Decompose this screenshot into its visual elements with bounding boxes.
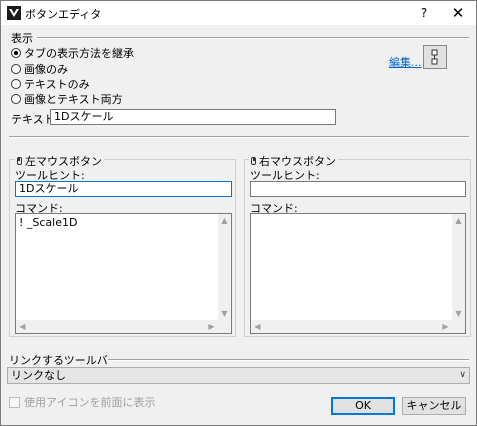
scroll-left-arrow-icon[interactable]: ◀ [16,320,29,333]
display-divider [37,37,469,39]
use-icon-checkbox[interactable] [9,396,20,408]
display-section-label: 表示 [11,32,33,45]
radio-label: タブの表示方法を継承 [24,47,134,60]
edit-image-link[interactable]: 編集... [389,54,422,70]
left-mouse-icon [17,157,22,165]
scroll-corner [452,320,465,333]
section-divider [9,136,469,138]
text-field[interactable]: 1Dスケール [50,109,336,125]
ok-button[interactable]: OK [331,397,395,415]
right-horizontal-scrollbar[interactable]: ◀ ▶ [251,320,452,333]
left-command-textarea[interactable]: ! _Scale1D ▲ ▼ ◀ ▶ [15,213,232,334]
scroll-corner [218,320,231,333]
use-icon-label: 使用アイコンを前面に表示 [24,396,156,409]
button-editor-dialog: ボタンエディタ ? ✕ 表示 タブの表示方法を継承 画像のみ テキストのみ 画像… [0,0,477,426]
left-tooltip-input[interactable]: 1Dスケール [15,181,232,197]
scroll-right-arrow-icon[interactable]: ▶ [205,320,218,333]
radio-label: テキストのみ [24,78,90,91]
linked-toolbar-select[interactable]: リンクなし ∨ [7,367,470,384]
right-vertical-scrollbar[interactable]: ▲ ▼ [452,214,465,320]
right-tooltip-input[interactable] [250,181,466,197]
radio-label: 画像とテキスト両方 [24,93,123,106]
scroll-up-arrow-icon[interactable]: ▲ [452,214,465,227]
radio-label: 画像のみ [24,63,68,76]
title-bar[interactable]: ボタンエディタ ? ✕ [1,1,476,25]
radio-text-only[interactable]: テキストのみ [11,77,90,91]
radio-inherit-tab[interactable]: タブの表示方法を継承 [11,46,134,60]
help-button[interactable]: ? [415,4,433,22]
scroll-up-arrow-icon[interactable]: ▲ [218,214,231,227]
window-title: ボタンエディタ [25,8,102,21]
left-vertical-scrollbar[interactable]: ▲ ▼ [218,214,231,320]
linked-toolbar-value: リンクなし [11,369,66,382]
left-command-text: ! _Scale1D [19,216,78,229]
right-mouse-icon [251,157,256,165]
button-image-preview[interactable] [423,45,447,69]
cancel-button[interactable]: キャンセル [402,397,466,415]
app-icon [7,6,21,20]
radio-button[interactable] [11,48,21,58]
scroll-down-arrow-icon[interactable]: ▼ [218,307,231,320]
button-image-icon [431,49,438,65]
radio-image-only[interactable]: 画像のみ [11,62,68,76]
linked-toolbar-label: リンクするツールバー [9,354,119,367]
scroll-left-arrow-icon[interactable]: ◀ [251,320,264,333]
radio-button[interactable] [11,79,21,89]
radio-button[interactable] [11,64,21,74]
scroll-down-arrow-icon[interactable]: ▼ [452,307,465,320]
left-horizontal-scrollbar[interactable]: ◀ ▶ [16,320,218,333]
scroll-right-arrow-icon[interactable]: ▶ [439,320,452,333]
radio-image-and-text[interactable]: 画像とテキスト両方 [11,92,123,106]
right-command-textarea[interactable]: ▲ ▼ ◀ ▶ [250,213,466,334]
radio-button[interactable] [11,94,21,104]
linked-toolbar-divider [108,359,469,361]
use-icon-checkbox-row[interactable]: 使用アイコンを前面に表示 [9,394,155,410]
close-button[interactable]: ✕ [448,4,468,22]
chevron-down-icon: ∨ [459,370,466,380]
